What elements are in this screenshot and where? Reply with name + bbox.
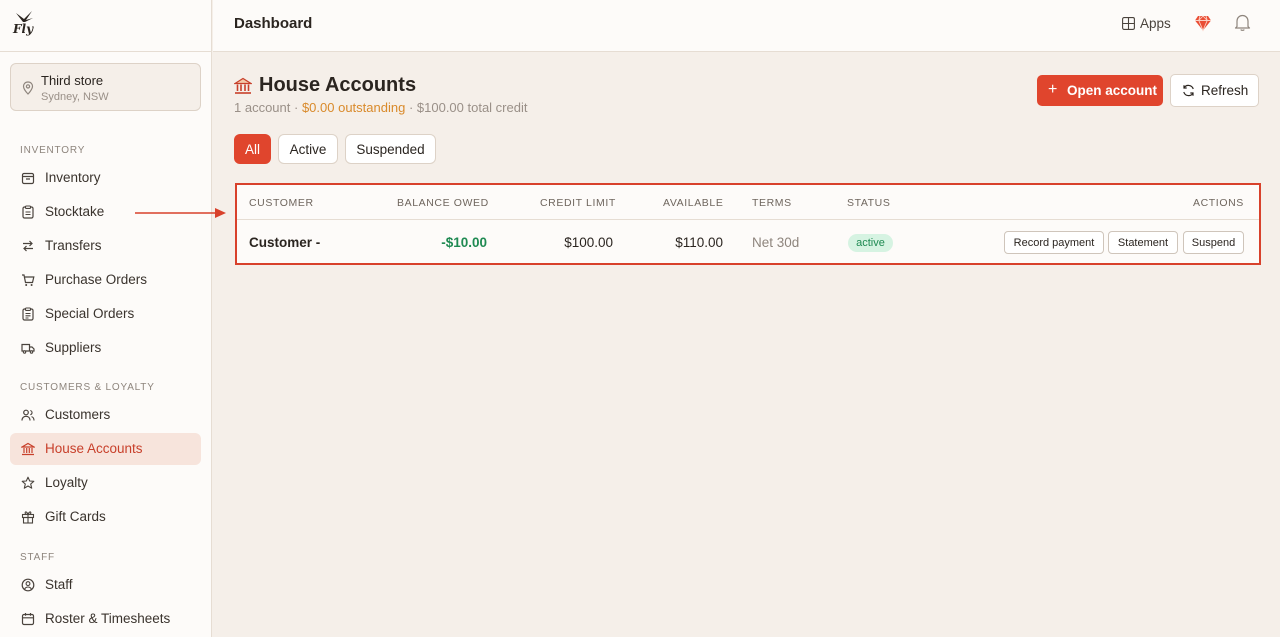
refresh-label: Refresh [1201, 83, 1249, 98]
bank-icon [21, 442, 35, 456]
topbar-title: Dashboard [234, 15, 313, 32]
gem-icon[interactable] [1194, 14, 1212, 32]
sidebar-item-loyalty[interactable]: Loyalty [10, 467, 201, 499]
sidebar-item-house-accounts[interactable]: House Accounts [10, 433, 201, 465]
open-account-label: Open account [1067, 83, 1158, 98]
page-title: House Accounts [259, 74, 417, 96]
suspend-button[interactable]: Suspend [1183, 231, 1244, 254]
sidebar: Fly Third store Sydney, NSW INVENTORY In… [0, 0, 212, 637]
clipboard-icon [22, 205, 34, 219]
store-location: Sydney, NSW [41, 91, 109, 103]
cell-terms: Net 30d [752, 235, 800, 250]
user-circle-icon [21, 578, 35, 592]
house-accounts-table: CUSTOMER BALANCE OWED CREDIT LIMIT AVAIL… [235, 183, 1261, 265]
cell-customer[interactable]: Customer - [249, 235, 320, 250]
plus-icon: + [1048, 81, 1058, 98]
truck-icon [21, 343, 35, 354]
sidebar-item-label: Stocktake [45, 204, 105, 219]
sidebar-item-label: Inventory [45, 170, 101, 185]
logo-text: Fly [13, 22, 34, 36]
users-icon [21, 409, 35, 421]
sidebar-item-label: Suppliers [45, 340, 102, 355]
location-pin-icon [22, 81, 34, 95]
calendar-icon [21, 613, 35, 626]
sidebar-item-label: Loyalty [45, 475, 88, 490]
sidebar-item-customers[interactable]: Customers [10, 399, 201, 431]
col-status: STATUS [847, 197, 891, 209]
store-name: Third store [41, 73, 104, 88]
sidebar-item-special-orders[interactable]: Special Orders [10, 298, 201, 330]
sidebar-item-label: Transfers [45, 238, 102, 253]
cell-balance-owed: -$10.00 [441, 235, 487, 250]
col-actions: ACTIONS [1193, 197, 1244, 209]
col-credit-limit: CREDIT LIMIT [540, 197, 616, 209]
table-header: CUSTOMER BALANCE OWED CREDIT LIMIT AVAIL… [237, 185, 1259, 220]
cell-available: $110.00 [675, 235, 723, 250]
summary-count: 1 account · [234, 100, 299, 115]
refresh-icon [1183, 84, 1194, 97]
bank-icon [234, 77, 252, 94]
status-badge: active [848, 234, 893, 252]
col-balance-owed: BALANCE OWED [397, 197, 489, 209]
cell-credit-limit: $100.00 [564, 235, 613, 250]
sidebar-item-suppliers[interactable]: Suppliers [10, 332, 201, 364]
sidebar-item-label: House Accounts [45, 441, 143, 456]
topbar: Dashboard Apps [213, 0, 1280, 52]
gift-icon [21, 511, 35, 524]
section-customers-loyalty: CUSTOMERS & LOYALTY [20, 382, 155, 393]
sidebar-item-label: Purchase Orders [45, 272, 148, 287]
box-icon [21, 172, 35, 185]
sidebar-item-staff[interactable]: Staff [10, 569, 201, 601]
refresh-button[interactable]: Refresh [1170, 74, 1259, 107]
cart-icon [22, 274, 35, 286]
bell-icon[interactable] [1234, 13, 1251, 32]
sidebar-item-label: Staff [45, 577, 73, 592]
section-staff: STAFF [20, 552, 55, 563]
col-available: AVAILABLE [663, 197, 724, 209]
col-customer: CUSTOMER [249, 197, 314, 209]
sidebar-item-gift-cards[interactable]: Gift Cards [10, 501, 201, 533]
filter-all[interactable]: All [234, 134, 271, 164]
col-terms: TERMS [752, 197, 792, 209]
sidebar-item-label: Gift Cards [45, 509, 106, 524]
accounts-summary: 1 account · $0.00 outstanding · $100.00 … [234, 100, 527, 115]
star-icon [21, 476, 35, 489]
sidebar-item-label: Special Orders [45, 306, 135, 321]
grid-icon [1122, 17, 1135, 30]
apps-label: Apps [1140, 16, 1171, 31]
store-selector[interactable]: Third store Sydney, NSW [10, 63, 201, 111]
sidebar-item-label: Roster & Timesheets [45, 611, 171, 626]
sidebar-item-label: Customers [45, 407, 111, 422]
open-account-button[interactable]: + Open account [1037, 75, 1163, 106]
sidebar-item-purchase-orders[interactable]: Purchase Orders [10, 264, 201, 296]
annotation-arrow [135, 208, 226, 218]
summary-outstanding: $0.00 outstanding [301, 100, 406, 115]
clipboard-list-icon [22, 307, 34, 321]
sidebar-item-transfers[interactable]: Transfers [10, 230, 201, 262]
record-payment-button[interactable]: Record payment [1004, 231, 1104, 254]
filter-active[interactable]: Active [278, 134, 338, 164]
summary-credit: · $100.00 total credit [408, 100, 528, 115]
sidebar-item-inventory[interactable]: Inventory [10, 162, 201, 194]
section-inventory: INVENTORY [20, 145, 86, 156]
sidebar-item-roster-timesheets[interactable]: Roster & Timesheets [10, 603, 201, 635]
transfer-icon [23, 240, 33, 252]
statement-button[interactable]: Statement [1108, 231, 1178, 254]
filter-suspended[interactable]: Suspended [345, 134, 436, 164]
